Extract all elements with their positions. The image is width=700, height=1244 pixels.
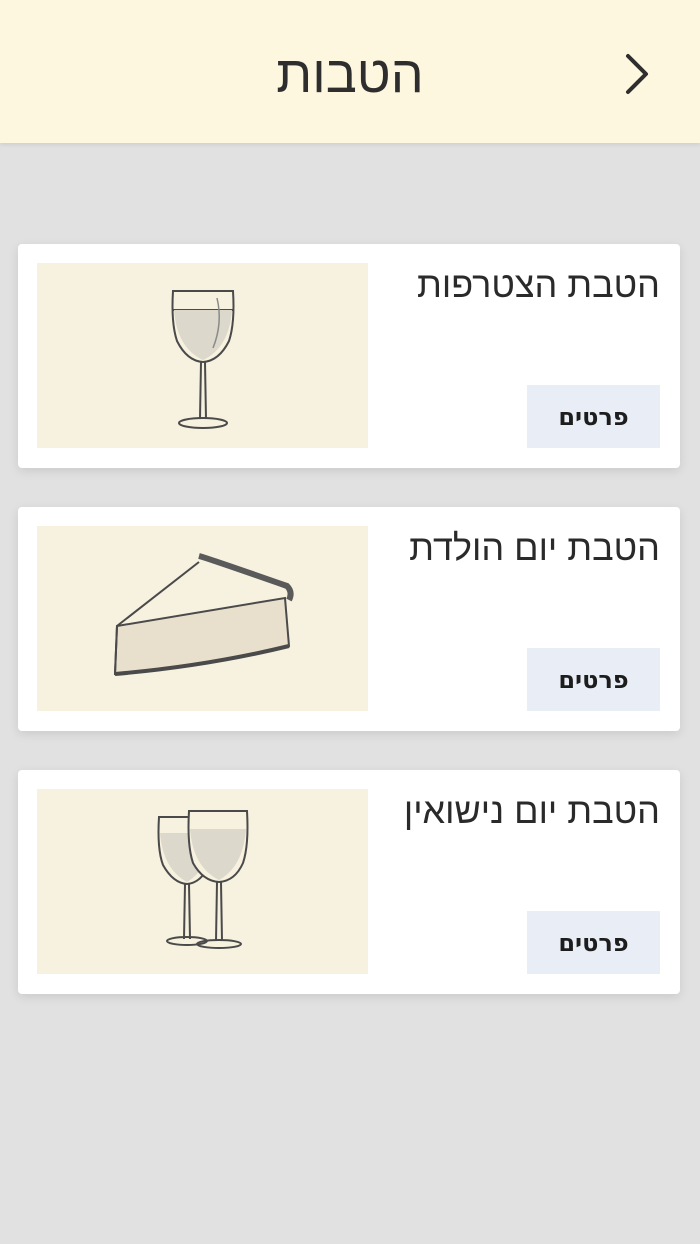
benefit-title: הטבת יום הולדת bbox=[409, 527, 660, 568]
benefit-card-anniversary: הטבת יום נישואין פרטים bbox=[18, 770, 680, 994]
benefit-card-joining: הטבת הצטרפות פרטים bbox=[18, 244, 680, 468]
benefit-image bbox=[37, 263, 368, 448]
page-title: הטבות bbox=[276, 46, 424, 104]
benefit-image bbox=[37, 789, 368, 974]
benefit-image bbox=[37, 526, 368, 711]
cake-slice-icon bbox=[113, 553, 294, 676]
two-wine-glasses-icon bbox=[157, 810, 249, 949]
details-button[interactable]: פרטים bbox=[527, 911, 660, 974]
wine-glass-icon bbox=[171, 290, 235, 429]
app-header: הטבות bbox=[0, 0, 700, 143]
benefit-card-birthday: הטבת יום הולדת פרטים bbox=[18, 507, 680, 731]
benefit-title: הטבת יום נישואין bbox=[403, 790, 660, 831]
benefit-title: הטבת הצטרפות bbox=[417, 264, 660, 305]
details-button[interactable]: פרטים bbox=[527, 385, 660, 448]
details-button[interactable]: פרטים bbox=[527, 648, 660, 711]
